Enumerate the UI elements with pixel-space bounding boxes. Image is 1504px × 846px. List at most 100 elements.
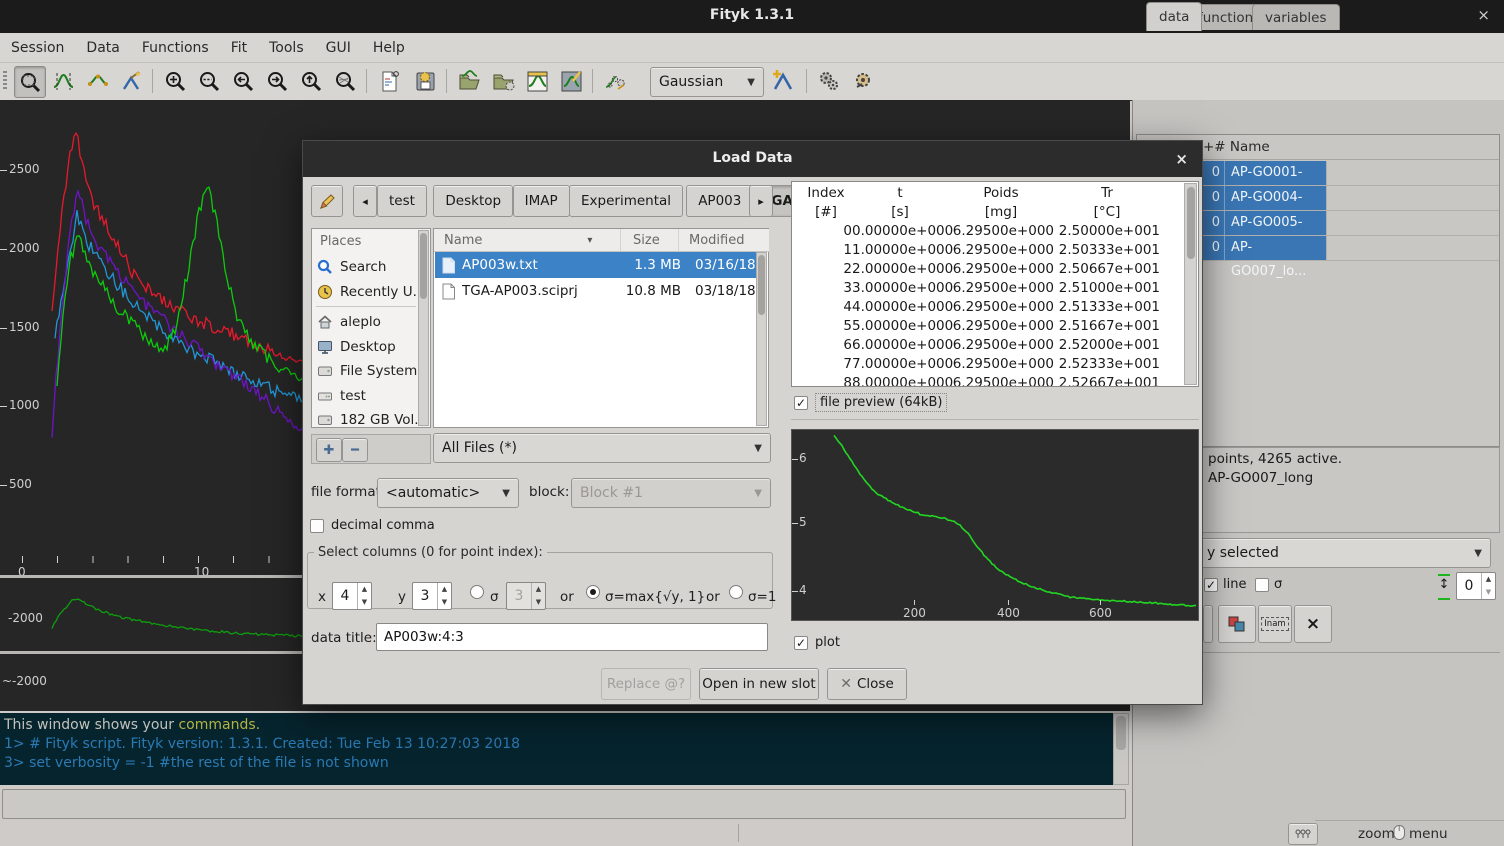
menu-functions[interactable]: Functions	[131, 35, 220, 61]
remove-place-button[interactable]: ━	[342, 438, 368, 462]
load-data-button[interactable]	[454, 66, 484, 96]
block-select[interactable]: Block #1 ▼	[571, 478, 771, 508]
line-checkbox[interactable]: ✓ line	[1204, 577, 1246, 592]
places-scrollbar-thumb[interactable]	[420, 233, 427, 299]
add-peak-mode-button[interactable]	[116, 66, 146, 96]
replace-button[interactable]: Replace @?	[601, 668, 691, 700]
path-button-imap[interactable]: IMAP	[513, 185, 570, 217]
place-item-182-gb-vol-[interactable]: 182 GB Vol...	[317, 408, 425, 432]
format-select[interactable]: <automatic> ▼	[377, 478, 519, 508]
baseline-mode-button[interactable]	[82, 66, 112, 96]
menu-fit[interactable]: Fit	[220, 35, 258, 61]
sigma-column-stepper[interactable]: 3 ▲▼	[506, 582, 546, 610]
path-button-desktop[interactable]: Desktop	[433, 185, 513, 217]
dialog-close-icon[interactable]: ×	[1175, 150, 1188, 168]
data-title-input[interactable]	[376, 623, 768, 651]
rename-data-button[interactable]: Inam	[1258, 605, 1292, 643]
file-list-scrollbar[interactable]	[756, 252, 767, 426]
file-row[interactable]: AP003w.txt1.3 MB03/16/18	[435, 252, 767, 278]
mouse-config-button[interactable]	[1288, 823, 1318, 845]
file-row[interactable]: TGA-AP003.sciprj10.8 MB03/18/18	[435, 278, 767, 304]
open-new-slot-button[interactable]: Open in new slot	[699, 668, 819, 700]
delete-data-button[interactable]: ×	[1294, 605, 1332, 643]
zoom-undo-button[interactable]	[330, 66, 360, 96]
x-column-stepper[interactable]: 4 ▲▼	[332, 582, 372, 610]
add-place-button[interactable]: ✚	[316, 438, 342, 462]
cell: Tr	[1054, 184, 1160, 203]
file-list-scrollbar-thumb[interactable]	[758, 255, 765, 315]
zoom-vert-button[interactable]	[194, 66, 224, 96]
stepper-down-icon[interactable]: ▼	[358, 596, 371, 609]
function-type-select[interactable]: Gaussian ▼	[650, 67, 764, 97]
path-button-test[interactable]: test	[377, 185, 427, 217]
zoom-up-button[interactable]	[296, 66, 326, 96]
save-session-button[interactable]	[522, 66, 552, 96]
stepper-down-icon[interactable]: ▼	[1482, 586, 1495, 599]
file-preview-checkbox[interactable]: ✓ file preview (64kB)	[794, 393, 947, 412]
sigma-column-radio[interactable]	[470, 585, 484, 599]
session-log-button[interactable]	[374, 66, 404, 96]
menu-data[interactable]: Data	[75, 35, 130, 61]
tab-variables[interactable]: variables	[1252, 4, 1340, 30]
edit-session-button[interactable]	[556, 66, 586, 96]
place-item-file-system[interactable]: File System	[317, 359, 425, 383]
toolbar-drag-handle[interactable]	[3, 71, 7, 91]
menu-help[interactable]: Help	[362, 35, 416, 61]
point-size-stepper[interactable]: 0 ▲▼	[1456, 572, 1496, 600]
path-button-experimental[interactable]: Experimental	[569, 185, 683, 217]
fit-continue-button[interactable]	[848, 66, 878, 96]
stepper-up-icon[interactable]: ▲	[532, 583, 545, 596]
file-preview-table[interactable]: IndextPoidsTr[#][s][mg][°C]00.00000e+000…	[791, 181, 1199, 387]
preview-scrollbar[interactable]	[1184, 183, 1197, 385]
preview-scrollbar-thumb[interactable]	[1187, 187, 1195, 259]
sigma-checkbox[interactable]: σ	[1255, 577, 1282, 592]
stepper-up-icon[interactable]: ▲	[438, 583, 451, 596]
file-filter-select[interactable]: All Files (*) ▼	[433, 433, 771, 463]
stepper-down-icon[interactable]: ▼	[438, 596, 451, 609]
close-button[interactable]: ✕ Close	[827, 668, 907, 700]
auto-guess-button[interactable]	[600, 66, 630, 96]
console-scrollbar-thumb[interactable]	[1116, 716, 1126, 750]
console-output[interactable]: This window shows your commands. 1> # Fi…	[0, 713, 1113, 785]
place-item-desktop[interactable]: Desktop	[317, 335, 425, 359]
place-item-aleplo[interactable]: aleplo	[317, 310, 425, 334]
zoom-mode-button[interactable]	[14, 66, 46, 98]
plot-checkbox[interactable]: ✓ plot	[794, 635, 840, 650]
y-column-stepper[interactable]: 3 ▲▼	[412, 582, 452, 610]
load-data-custom-button[interactable]	[488, 66, 518, 96]
place-item-test[interactable]: test	[317, 384, 425, 408]
menu-gui[interactable]: GUI	[315, 35, 362, 61]
transform-data-button[interactable]	[1218, 605, 1256, 643]
edit-path-button[interactable]	[311, 185, 343, 217]
stepper-down-icon[interactable]: ▼	[532, 596, 545, 609]
stepper-up-icon[interactable]: ▲	[358, 583, 371, 596]
path-back-button[interactable]: ◂	[353, 185, 377, 217]
fit-run-button[interactable]	[814, 66, 844, 96]
file-column-name[interactable]: Name ▾	[434, 229, 630, 252]
window-close-button[interactable]: ×	[1477, 6, 1490, 24]
sigma-one-radio[interactable]	[729, 585, 743, 599]
checkbox-unchecked-icon	[310, 519, 324, 533]
add-function-button[interactable]	[768, 66, 798, 96]
place-item-recently-u-[interactable]: Recently U...	[317, 280, 425, 304]
zoom-prev-left-button[interactable]	[228, 66, 258, 96]
menu-tools[interactable]: Tools	[258, 35, 315, 61]
stepper-up-icon[interactable]: ▲	[1482, 573, 1495, 586]
partial-button[interactable]	[1203, 605, 1213, 643]
place-item-search[interactable]: Search	[317, 255, 425, 279]
tab-data[interactable]: data	[1146, 2, 1202, 31]
places-scrollbar[interactable]	[418, 230, 429, 426]
menu-session[interactable]: Session	[0, 35, 75, 61]
sigma-sqrt-radio[interactable]	[586, 585, 600, 599]
command-input[interactable]	[2, 789, 1126, 819]
path-button-ap003[interactable]: AP003	[686, 185, 753, 217]
zoom-all-button[interactable]	[160, 66, 190, 96]
console-scrollbar[interactable]	[1113, 713, 1129, 785]
path-forward-button[interactable]: ▸	[749, 185, 773, 217]
data-range-mode-button[interactable]	[48, 66, 78, 96]
decimal-comma-checkbox[interactable]: decimal comma	[310, 518, 435, 533]
zoom-right-button[interactable]	[262, 66, 292, 96]
file-column-modified[interactable]: Modified	[678, 229, 769, 252]
y-tick-label: 2000	[9, 241, 40, 255]
edit-init-script-button[interactable]	[410, 66, 440, 96]
